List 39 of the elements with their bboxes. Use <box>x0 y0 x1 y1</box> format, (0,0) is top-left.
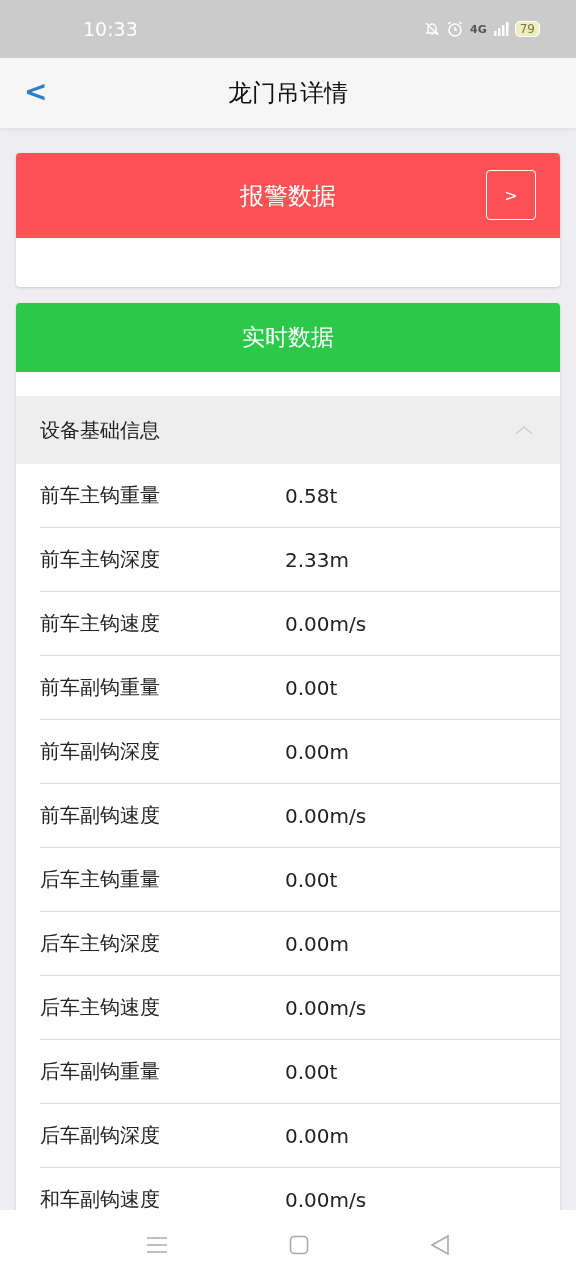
back-button[interactable]: < <box>24 76 48 108</box>
alarm-icon <box>446 20 465 38</box>
field-label: 前车副钩深度 <box>40 738 161 765</box>
field-value: 0.00m <box>285 931 349 956</box>
home-icon[interactable] <box>289 1235 309 1255</box>
field-value: 2.33m <box>285 547 349 572</box>
field-label: 后车副钩重量 <box>40 1058 161 1085</box>
bell-off-icon <box>424 21 441 37</box>
field-label: 前车副钩重量 <box>40 674 161 701</box>
field-label: 后车主钩深度 <box>40 930 161 957</box>
menu-icon[interactable] <box>145 1236 168 1254</box>
field-label: 后车主钩速度 <box>40 994 161 1021</box>
field-label: 后车主钩重量 <box>40 866 161 893</box>
field-label: 和车副钩速度 <box>40 1186 161 1210</box>
open-button[interactable]: > <box>486 170 536 220</box>
field-value: 0.00m/s <box>285 995 367 1020</box>
field-value: 0.58t <box>285 483 338 508</box>
realtime-title: 实时数据 <box>242 323 334 352</box>
field-value: 0.00m/s <box>285 803 367 828</box>
field-label: 后车副钩深度 <box>40 1122 161 1149</box>
back-icon[interactable] <box>430 1234 451 1256</box>
section-header[interactable]: 设备基础信息 <box>16 396 560 464</box>
field-value: 0.00m/s <box>285 611 367 636</box>
field-label: 前车主钩速度 <box>40 610 161 637</box>
field-value: 0.00m <box>285 739 349 764</box>
field-value: 0.00t <box>285 675 338 700</box>
field-label: 前车副钩速度 <box>40 802 161 829</box>
section-title: 设备基础信息 <box>40 416 160 444</box>
field-label: 前车主钩深度 <box>40 546 161 573</box>
page-title: 龙门吊详情 <box>228 78 348 109</box>
field-value: 0.00t <box>285 867 338 892</box>
field-value: 0.00t <box>285 1059 338 1084</box>
field-label: 前车主钩重量 <box>40 482 161 509</box>
signal-icon <box>492 21 509 37</box>
field-value: 0.00m <box>285 1123 349 1148</box>
battery-icon: 79 <box>514 21 540 37</box>
field-value: 0.00m/s <box>285 1187 367 1210</box>
alarm-title: 报警数据 <box>240 180 336 212</box>
network-label: 4G <box>470 22 487 36</box>
